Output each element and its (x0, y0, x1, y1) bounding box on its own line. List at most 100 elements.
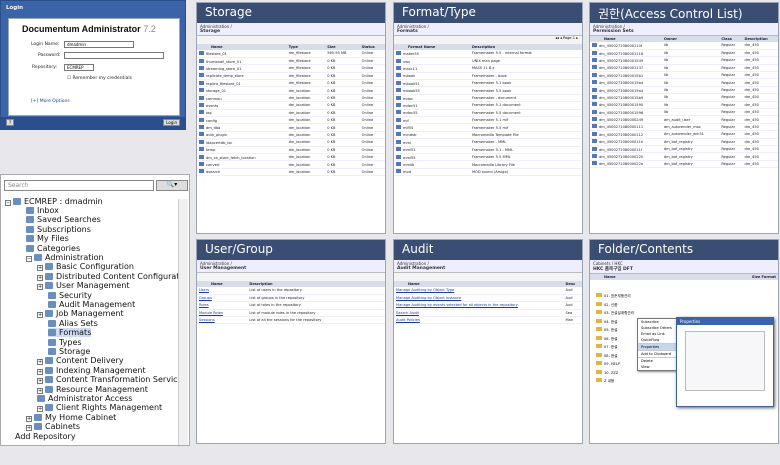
folder-row[interactable]: 05. 한설 (596, 327, 634, 336)
table-row[interactable]: maker55 Framemaker 5.5 - internal format (394, 50, 582, 58)
folder-row[interactable]: 10. ZZZ (596, 369, 634, 379)
table-row[interactable]: convert dm_location 0 KB Online (197, 160, 385, 169)
remember-checkbox[interactable]: ☐ Remember my credentials (67, 76, 132, 81)
table-cell[interactable]: dm_ca_store_fetch_location (197, 153, 287, 162)
table-cell[interactable]: vws (394, 57, 470, 66)
tree-item[interactable]: + Client Rights Management (37, 403, 162, 413)
table-cell[interactable]: dm_4500271080000220 (590, 152, 662, 161)
folder-row[interactable]: 01. 표준부품관리 (596, 293, 634, 302)
table-cell[interactable]: replicate_temp_store (197, 72, 287, 81)
table-cell[interactable]: mbook55 (394, 86, 470, 95)
login-name-input[interactable]: dmadmin (64, 41, 134, 48)
table-row[interactable]: Roles List of roles in the repository (197, 301, 385, 310)
expand-icon[interactable]: + (26, 415, 32, 422)
table-row[interactable]: dm_dba dm_location 0 KB Online (197, 123, 385, 132)
folder-row[interactable]: 02. 신품 (596, 301, 634, 311)
table-row[interactable]: dm_45002710800015b1 lib Regular dm_450 (590, 71, 778, 80)
table-row[interactable]: Users List of users in the repository (197, 287, 385, 295)
table-row[interactable]: Sessions List of all the sessions for the… (197, 316, 385, 325)
folder-row[interactable]: 03. 전설설계항관리 (596, 310, 634, 319)
tree-item[interactable]: + User Management (37, 281, 129, 291)
tree-item[interactable]: − Administration (26, 253, 104, 262)
table-row[interactable]: dm_4500271080000249 dm_audit_user Regular d… (590, 115, 778, 124)
table-cell[interactable]: dm_45002710800015b9 (590, 93, 662, 102)
expand-icon[interactable]: + (37, 312, 43, 319)
tree-item[interactable]: Alias Sets (48, 319, 98, 328)
expand-icon[interactable]: + (37, 378, 43, 385)
tree-scrollbar[interactable] (178, 199, 188, 445)
table-cell[interactable]: Search Audit (394, 309, 564, 318)
table-cell[interactable]: mml51 (394, 146, 470, 154)
table-row[interactable]: mif Framemaker 5.1 mif (394, 116, 582, 125)
search-input[interactable]: Search (4, 180, 154, 191)
table-cell[interactable]: Audit Policies (394, 316, 564, 325)
tree-item[interactable]: + My Home Cabinet (26, 413, 116, 422)
table-row[interactable]: mml Framemaker - MML (394, 138, 582, 147)
table-cell[interactable]: log (197, 109, 287, 118)
folder-col-size[interactable]: Size (752, 275, 760, 279)
table-row[interactable]: dm_4500271080000112 dm_autorender_win31 Re… (590, 130, 778, 139)
table-row[interactable]: dm_450027108000011f dm_bof_registry Regula… (590, 145, 778, 154)
table-cell[interactable]: dm_4500271080000249 (590, 115, 662, 124)
table-row[interactable]: filestore_01 dm_filestore 565.95 MB Online (197, 50, 385, 58)
table-row[interactable]: log dm_location 0 KB Online (197, 109, 385, 118)
table-cell[interactable]: mml55 (394, 153, 470, 162)
expand-icon[interactable]: + (37, 284, 43, 291)
tree-item[interactable]: + Resource Management (37, 385, 148, 394)
table-row[interactable]: dm_45002710800015a4 lib Regular dm_450 (590, 86, 778, 95)
table-row[interactable]: mindstr Macromedia Template File (394, 131, 582, 140)
collapse-icon[interactable]: − (5, 200, 11, 206)
table-cell[interactable]: mif55 (394, 123, 470, 132)
table-cell[interactable]: dm_450027108000022a (590, 160, 662, 169)
table-row[interactable]: mdoc Framemaker - document (394, 94, 582, 103)
table-row[interactable]: dm_45002710800015b4 lib Regular dm_450 (590, 78, 778, 87)
table-cell[interactable]: Users (197, 287, 248, 295)
folder-col-format[interactable]: Format (762, 275, 776, 279)
table-cell[interactable]: convert (197, 160, 287, 169)
login-button[interactable]: Login (163, 119, 180, 126)
table-row[interactable]: Groups List of groups in the repository (197, 294, 385, 303)
tree-item[interactable]: + Content Delivery (37, 356, 124, 366)
tree-item[interactable]: Security (48, 291, 92, 300)
table-row[interactable]: dm_4500271080001596 lib Regular dm_450 (590, 108, 778, 117)
table-cell[interactable]: dm_450027108000011f (590, 145, 662, 154)
table-cell[interactable]: Roles (197, 301, 248, 310)
table-cell[interactable]: Module Roles (197, 309, 248, 318)
expand-icon[interactable]: + (37, 406, 43, 413)
table-row[interactable]: auth_plugin dm_location 0 KB Online (197, 131, 385, 140)
tree-item[interactable]: Inbox (26, 206, 59, 215)
table-row[interactable]: mbook55 Framemaker 5.5 book (394, 86, 582, 95)
table-cell[interactable]: dm_4500271080001549 (590, 56, 662, 65)
table-cell[interactable]: mif (394, 116, 470, 125)
expand-icon[interactable]: + (37, 265, 43, 272)
tree-item[interactable]: Saved Searches (26, 215, 101, 224)
folder-col-name[interactable]: Name (604, 275, 616, 279)
table-cell[interactable]: Manage Auditing by Object Instance (394, 294, 564, 303)
table-row[interactable]: Module Roles List of module roles in the … (197, 309, 385, 318)
tree-item[interactable]: Formats (48, 328, 92, 338)
table-cell[interactable]: dm_450027108000011e (590, 138, 662, 146)
table-row[interactable]: ldapcertdb_loc dm_location 0 KB Online (197, 138, 385, 147)
folder-row[interactable]: 07. 한설 (596, 344, 634, 353)
folder-row[interactable]: 04. 한설 (596, 318, 634, 328)
tree-item[interactable]: + Content Transformation Servic (37, 375, 178, 385)
table-cell[interactable]: mod (394, 168, 470, 177)
table-cell[interactable]: dm_4500271080000111 (590, 123, 662, 132)
table-cell[interactable]: Sessions (197, 316, 248, 325)
tree-item[interactable]: + Cabinets (26, 422, 80, 432)
table-row[interactable]: dm_4500271080001590 lib Regular dm_450 (590, 101, 778, 110)
table-row[interactable]: thumbnail_store_01 dm_filestore 0 KB Online (197, 57, 385, 66)
table-row[interactable]: mod MOD sound (Amiga) (394, 168, 582, 177)
table-row[interactable]: Search Audit Sea (394, 309, 582, 318)
table-cell[interactable]: thumbnail_store_01 (197, 57, 287, 66)
folder-row[interactable]: 08. 한설 (596, 352, 634, 362)
table-row[interactable]: config dm_location 0 KB Online (197, 116, 385, 125)
table-row[interactable]: temp dm_location 0 KB Online (197, 146, 385, 154)
repository-select[interactable]: ECMREP (64, 64, 94, 71)
table-row[interactable]: macc11 MASS 11 8.x (394, 64, 582, 73)
table-row[interactable]: mbook Framemaker - book (394, 72, 582, 81)
expand-icon[interactable]: + (37, 368, 43, 375)
tree-item[interactable]: Audit Management (48, 300, 135, 309)
tree-item[interactable]: Storage (48, 347, 90, 356)
table-row[interactable]: mml55 Framemaker 5.5 MML (394, 153, 582, 162)
